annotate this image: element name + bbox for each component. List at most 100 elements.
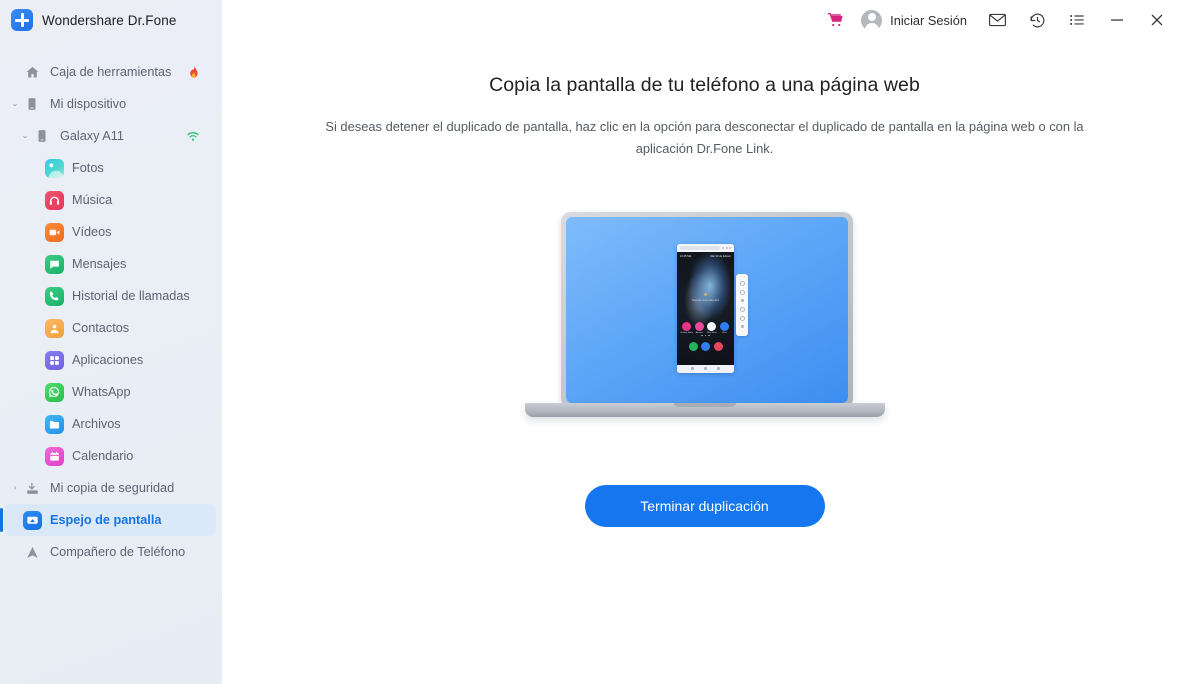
apps-icon (44, 350, 64, 370)
phone-dock-camera-icon (713, 341, 723, 351)
app-title: Wondershare Dr.Fone (42, 12, 177, 28)
music-icon (44, 190, 64, 210)
chevron-right-icon[interactable]: › (8, 484, 22, 492)
end-mirroring-button[interactable]: Terminar duplicación (584, 485, 825, 527)
sidebar-item-label: Historial de llamadas (72, 289, 190, 303)
chevron-down-icon[interactable]: ⌄ (8, 100, 22, 108)
sidebar-item-calendar[interactable]: Calendario (4, 440, 216, 472)
app-window: Wondershare Dr.Fone Caja de herramientas… (0, 0, 1187, 684)
home-icon (22, 62, 42, 82)
phone-dock-phone-icon (688, 341, 698, 351)
sidebar-item-label: Música (72, 193, 113, 207)
close-icon[interactable] (1137, 0, 1177, 40)
phone-dock-messages-icon (701, 341, 710, 351)
sidebar-item-label: Fotos (72, 161, 104, 175)
files-icon (44, 414, 64, 434)
control-icon (739, 315, 745, 321)
sidebar-item-galaxy-a11[interactable]: ⌄ Galaxy A11 (4, 120, 216, 152)
sidebar-item-label: Espejo de pantalla (50, 513, 162, 527)
sidebar-item-label: Archivos (72, 417, 121, 431)
phone-page-indicator (677, 334, 734, 337)
control-icon (740, 299, 744, 303)
sidebar-item-my-backup[interactable]: › Mi copia de seguridad (4, 472, 216, 504)
sidebar: Wondershare Dr.Fone Caja de herramientas… (0, 0, 222, 684)
whatsapp-icon (44, 382, 64, 402)
phone-app-icon: Chat (719, 321, 729, 334)
companion-icon (22, 542, 42, 562)
history-clock-icon[interactable] (1017, 0, 1057, 40)
phone-mockup: 10:45 Mié Mar 30 de febrero ★ Toca dos v… (677, 243, 748, 373)
calendar-icon (44, 446, 64, 466)
sidebar-item-phone-companion[interactable]: Compañero de Teléfono (4, 536, 216, 568)
sidebar-item-label: Mensajes (72, 257, 127, 271)
sidebar-item-my-device[interactable]: ⌄ Mi dispositivo (4, 88, 216, 120)
content: Copia la pantalla de tu teléfono a una p… (222, 40, 1187, 527)
phone-status-date: Mar 30 de febrero (710, 254, 731, 258)
control-icon (739, 290, 745, 296)
laptop-screen: 10:45 Mié Mar 30 de febrero ★ Toca dos v… (565, 217, 848, 403)
laptop-base (524, 403, 885, 417)
mail-icon[interactable] (977, 0, 1017, 40)
laptop-lid: 10:45 Mié Mar 30 de febrero ★ Toca dos v… (560, 212, 853, 408)
login-label: Iniciar Sesión (890, 12, 967, 28)
photos-icon (44, 158, 64, 178)
sidebar-item-contacts[interactable]: Contactos (4, 312, 216, 344)
sidebar-item-apps[interactable]: Aplicaciones (4, 344, 216, 376)
sidebar-item-label: Aplicaciones (72, 353, 144, 367)
sidebar-item-videos[interactable]: Vídeos (4, 216, 216, 248)
sidebar-item-label: WhatsApp (72, 385, 131, 399)
topbar: Iniciar Sesión (222, 0, 1187, 40)
mirror-control-panel (736, 273, 748, 336)
chevron-down-icon[interactable]: ⌄ (18, 132, 32, 140)
contacts-icon (44, 318, 64, 338)
phone-app-icon: Galaxy Store (680, 321, 693, 334)
fire-icon (187, 65, 200, 79)
main-area: Iniciar Sesión Copia la pantalla de tu t… (222, 0, 1187, 684)
backup-icon (22, 478, 42, 498)
drfone-plus-logo-icon (11, 9, 33, 31)
phone-window-titlebar (677, 243, 734, 252)
phone-icon (32, 126, 52, 146)
phone-app-icon: Ajustes (694, 321, 704, 334)
phone-status-time: 10:45 Mié (680, 254, 692, 258)
phone-navigation-bar (677, 364, 734, 373)
page-description: Si deseas detener el duplicado de pantal… (325, 119, 1084, 156)
messages-icon (44, 254, 64, 274)
phone-app-row-2 (677, 341, 734, 351)
sidebar-item-label: Mi dispositivo (50, 97, 127, 111)
sidebar-item-label: Vídeos (72, 225, 112, 239)
minimize-icon[interactable] (1097, 0, 1137, 40)
list-menu-icon[interactable] (1057, 0, 1097, 40)
user-avatar-icon (861, 9, 883, 31)
window-controls-icon (722, 246, 731, 249)
shopping-cart-icon[interactable] (815, 0, 855, 40)
sidebar-item-label: Calendario (72, 449, 134, 463)
sidebar-item-messages[interactable]: Mensajes (4, 248, 216, 280)
brand: Wondershare Dr.Fone (0, 0, 222, 40)
screen-mirror-icon (22, 510, 42, 530)
page-title: Copia la pantalla de tu teléfono a una p… (489, 74, 920, 96)
videos-icon (44, 222, 64, 242)
sidebar-item-files[interactable]: Archivos (4, 408, 216, 440)
sidebar-item-music[interactable]: Música (4, 184, 216, 216)
sidebar-item-call-history[interactable]: Historial de llamadas (4, 280, 216, 312)
control-icon (739, 306, 745, 312)
sidebar-item-label: Contactos (72, 321, 130, 335)
control-icon (740, 325, 744, 329)
laptop-mirroring-phone-illustration: 10:45 Mié Mar 30 de febrero ★ Toca dos v… (524, 212, 885, 417)
sidebar-item-label: Compañero de Teléfono (50, 545, 186, 559)
call-icon (44, 286, 64, 306)
control-icon (739, 280, 745, 286)
sidebar-item-photos[interactable]: Fotos (4, 152, 216, 184)
login-button[interactable]: Iniciar Sesión (855, 0, 977, 40)
sidebar-item-screen-mirror[interactable]: Espejo de pantalla (0, 504, 216, 536)
sidebar-item-whatsapp[interactable]: WhatsApp (4, 376, 216, 408)
phone-app-row-1: Galaxy Store Ajustes Play Store Chat (677, 321, 734, 334)
wifi-icon (186, 130, 200, 142)
sidebar-item-label: Mi copia de seguridad (50, 481, 175, 495)
phone-tip-text: Toca dos veces para abrir (691, 298, 720, 302)
sidebar-item-toolbox[interactable]: Caja de herramientas (4, 56, 216, 88)
phone-star-icon: ★ (703, 291, 708, 298)
sidebar-nav: Caja de herramientas ⌄ Mi dispositivo ⌄ (0, 40, 222, 568)
browser-url-bar (680, 245, 720, 250)
